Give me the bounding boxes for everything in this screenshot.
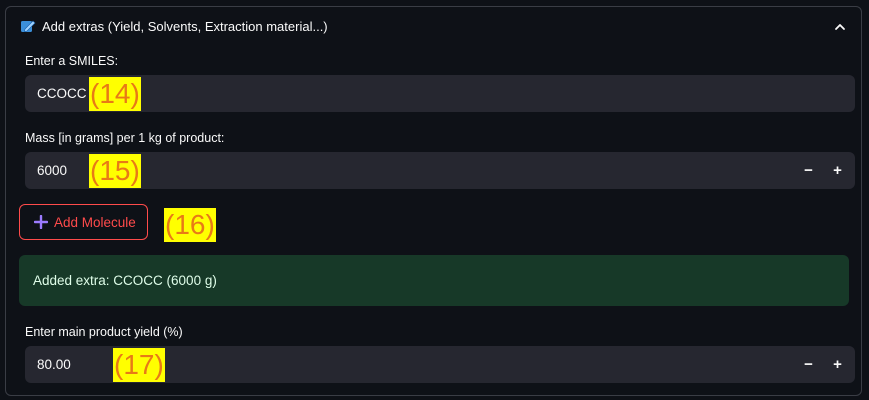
mass-label: Mass [in grams] per 1 kg of product: [25, 131, 225, 145]
annotation-14: (14) [89, 77, 141, 111]
extras-expander: Add extras (Yield, Solvents, Extraction … [5, 6, 862, 396]
smiles-label: Enter a SMILES: [25, 54, 119, 68]
smiles-input[interactable] [37, 75, 737, 112]
expander-header[interactable]: Add extras (Yield, Solvents, Extraction … [6, 7, 861, 49]
add-molecule-label: Add Molecule [54, 215, 136, 230]
yield-decrement-button[interactable]: − [794, 346, 823, 383]
yield-increment-button[interactable]: + [823, 346, 852, 383]
add-molecule-button[interactable]: Add Molecule [19, 204, 148, 240]
annotation-17: (17) [113, 348, 165, 382]
success-alert: Added extra: CCOCC (6000 g) [19, 255, 849, 306]
yield-label: Enter main product yield (%) [25, 325, 183, 339]
write-icon [21, 20, 36, 32]
annotation-15: (15) [89, 154, 141, 188]
expander-title: Add extras (Yield, Solvents, Extraction … [42, 19, 328, 34]
plus-icon [34, 215, 48, 229]
mass-input-box[interactable]: − + [25, 152, 855, 189]
success-message: Added extra: CCOCC (6000 g) [33, 273, 217, 288]
annotation-16: (16) [164, 208, 216, 242]
mass-increment-button[interactable]: + [823, 152, 852, 189]
mass-decrement-button[interactable]: − [794, 152, 823, 189]
mass-input[interactable] [37, 152, 737, 189]
smiles-input-box[interactable] [25, 75, 855, 112]
chevron-up-icon[interactable] [833, 20, 847, 34]
